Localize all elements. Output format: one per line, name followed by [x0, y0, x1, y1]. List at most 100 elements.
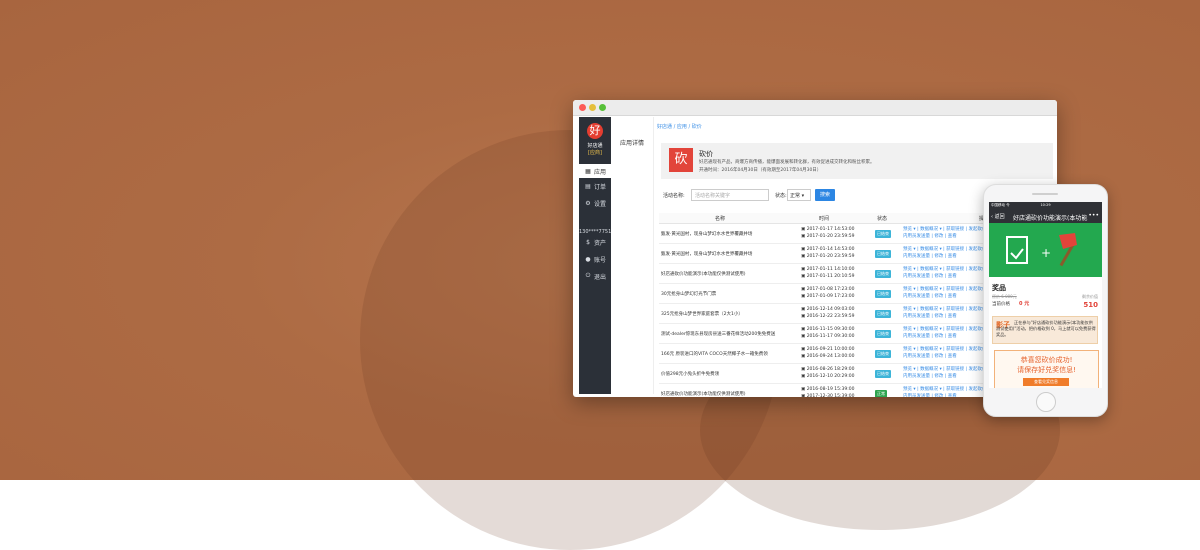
axe-icon [1059, 233, 1077, 267]
sidebar-item-orders[interactable]: ▤ 订单 [579, 179, 611, 193]
app-description: 好店通现有产品，商爆方商传播，能爆面发展和转化群，有效促进成交转化和粉丝积累。 [699, 160, 875, 165]
activity-search-input[interactable]: 活动名称关键字 [691, 189, 769, 201]
settings-icon: ⚙ [585, 199, 591, 207]
remaining-value-label: 剩余价值 [1082, 294, 1098, 299]
more-icon[interactable]: ••• [1088, 212, 1099, 219]
participation-message: 影子 正在参与"好店通砍价功能演示(本功能仅供测试使用)"活动，把价格砍到 0，… [992, 316, 1098, 344]
brand-tag: [应商] [588, 150, 602, 156]
row-actions-line[interactable]: 预览 ▾ | 数据概况 ▾ | 获取链接 | 发起砍价 [903, 247, 987, 254]
row-actions-line[interactable]: 内用员发送量 | 修改 | 查看 [903, 294, 987, 301]
plus-icon: + [1041, 246, 1051, 260]
activity-time: ▣ 2016-08-26 18:29:00 ▣ 2016-12-10 20:29:… [801, 367, 854, 380]
row-actions-line[interactable]: 内用员发送量 | 修改 | 查看 [903, 314, 987, 321]
end-time: 2016-09-24 13:00:00 [806, 353, 855, 359]
minimize-window-button[interactable] [589, 104, 596, 111]
row-actions[interactable]: 预览 ▾ | 数据概况 ▾ | 获取链接 | 发起砍价 内用员发送量 | 修改 |… [903, 387, 987, 397]
close-window-button[interactable] [579, 104, 586, 111]
status-filter-select[interactable]: 正常 ▾ [787, 189, 811, 201]
success-subtitle: 请保存好兑奖信息! [1017, 366, 1076, 374]
row-actions-line[interactable]: 预览 ▾ | 数据概况 ▾ | 获取链接 | 发起砍价 [903, 267, 987, 274]
status-badge: 已结束 [875, 250, 891, 258]
remaining-value: 510 [1083, 301, 1098, 309]
subnav-item-app-details[interactable]: 应用详情 [620, 138, 644, 147]
start-time: 2016-09-21 10:00:00 [806, 347, 855, 352]
success-panel: 恭喜您砍价成功! 请保存好兑奖信息! 查看兑奖信息 [994, 350, 1099, 388]
prize-title: 奖品 [992, 284, 1006, 292]
row-actions-line[interactable]: 内用员发送量 | 修改 | 查看 [903, 254, 987, 261]
row-actions[interactable]: 预览 ▾ | 数据概况 ▾ | 获取链接 | 发起砍价 内用员发送量 | 修改 |… [903, 247, 987, 260]
activity-name: 价值298元小兔头折牛免费领 [661, 372, 720, 377]
sidebar-item-assets[interactable]: $ 资产 [579, 235, 611, 249]
end-time: 2017-01-20 23:59:59 [806, 253, 855, 259]
row-actions-line[interactable]: 预览 ▾ | 数据概况 ▾ | 获取链接 | 发起砍价 [903, 387, 987, 394]
status-badge: 正常 [875, 390, 887, 397]
row-actions-line[interactable]: 内用员发送量 | 修改 | 查看 [903, 354, 987, 361]
status-badge: 已结束 [875, 230, 891, 238]
row-actions-line[interactable]: 预览 ▾ | 数据概况 ▾ | 获取链接 | 发起砍价 [903, 347, 987, 354]
start-time: 2016-08-26 18:29:00 [806, 367, 855, 372]
end-time: 2016-11-17 09:30:00 [806, 333, 855, 339]
phone-home-button[interactable] [1036, 392, 1056, 412]
end-time: 2017-01-20 23:59:59 [806, 233, 855, 239]
start-time: 2016-12-14 09:03:00 [806, 307, 855, 312]
start-time: 2017-01-14 14:53:00 [806, 247, 855, 252]
row-actions[interactable]: 预览 ▾ | 数据概况 ▾ | 获取链接 | 发起砍价 内用员发送量 | 修改 |… [903, 327, 987, 340]
search-button[interactable]: 搜索 [815, 189, 835, 201]
row-actions-line[interactable]: 内用员发送量 | 修改 | 查看 [903, 334, 987, 341]
success-title: 恭喜您砍价成功! [1020, 356, 1073, 364]
current-price-label: 当前价格 [992, 302, 1010, 307]
logout-icon: ⏻ [585, 272, 591, 279]
breadcrumb[interactable]: 好店通 / 应用 / 砍价 [657, 123, 702, 130]
current-price-value: 0 元 [1019, 301, 1030, 307]
row-actions-line[interactable]: 预览 ▾ | 数据概况 ▾ | 获取链接 | 发起砍价 [903, 227, 987, 234]
phone-status-bar: 中国移动 令 10:29 [989, 202, 1102, 210]
row-actions-line[interactable]: 内用员发送量 | 修改 | 查看 [903, 394, 987, 398]
back-button[interactable]: ‹ 返回 [991, 213, 1005, 220]
phone-screen: 中国移动 令 10:29 ‹ 返回 好店通砍价功能演示(本功能 ••• + 奖品 [989, 202, 1102, 388]
sidebar-item-label: 订单 [594, 183, 607, 191]
sidebar-item-settings[interactable]: ⚙ 设置 [579, 196, 611, 210]
bargain-app-icon: 砍 [669, 148, 693, 172]
brand-logo[interactable]: 好 [587, 123, 603, 139]
row-actions[interactable]: 预览 ▾ | 数据概况 ▾ | 获取链接 | 发起砍价 内用员发送量 | 修改 |… [903, 367, 987, 380]
row-actions-line[interactable]: 预览 ▾ | 数据概况 ▾ | 获取链接 | 发起砍价 [903, 327, 987, 334]
back-label: 返回 [994, 214, 1005, 220]
sidebar-item-apps[interactable]: ▦ 应用 [579, 164, 611, 178]
activity-time: ▣ 2017-01-14 14:53:00 ▣ 2017-01-20 23:59:… [801, 247, 854, 260]
row-actions[interactable]: 预览 ▾ | 数据概况 ▾ | 获取链接 | 发起砍价 内用员发送量 | 修改 |… [903, 347, 987, 360]
row-actions-line[interactable]: 内用员发送量 | 修改 | 查看 [903, 234, 987, 241]
row-actions-line[interactable]: 预览 ▾ | 数据概况 ▾ | 获取链接 | 发起砍价 [903, 287, 987, 294]
participation-text: 正在参与"好店通砍价功能演示(本功能仅供测试使用)"活动，把价格砍到 0，马上就… [996, 320, 1096, 337]
activity-name: 测试·dealer惊现东县现房县送三番花样活动200免免费送 [661, 332, 776, 337]
bargain-hero: + [989, 223, 1102, 277]
maximize-window-button[interactable] [599, 104, 606, 111]
row-actions[interactable]: 预览 ▾ | 数据概况 ▾ | 获取链接 | 发起砍价 内用员发送量 | 修改 |… [903, 227, 987, 240]
sidebar-item-logout[interactable]: ⏻ 退出 [579, 269, 611, 283]
row-actions-line[interactable]: 预览 ▾ | 数据概况 ▾ | 获取链接 | 发起砍价 [903, 367, 987, 374]
view-prize-info-button[interactable]: 查看兑奖信息 [1023, 378, 1069, 386]
column-header-status: 状态 [877, 216, 888, 222]
end-time: 2016-12-10 20:29:00 [806, 373, 855, 379]
activity-time: ▣ 2016-11-15 09:30:00 ▣ 2016-11-17 09:30:… [801, 327, 854, 340]
row-actions[interactable]: 预览 ▾ | 数据概况 ▾ | 获取链接 | 发起砍价 内用员发送量 | 修改 |… [903, 307, 987, 320]
status-filter-value: 正常 [790, 193, 801, 199]
phone-app-header: ‹ 返回 好店通砍价功能演示(本功能 ••• [989, 210, 1102, 223]
row-actions-line[interactable]: 内用员发送量 | 修改 | 查看 [903, 374, 987, 381]
status-badge: 已结束 [875, 310, 891, 318]
sidebar-item-account[interactable]: ● 账号 [579, 252, 611, 266]
row-actions[interactable]: 预览 ▾ | 数据概况 ▾ | 获取链接 | 发起砍价 内用员发送量 | 修改 |… [903, 267, 987, 280]
window-titlebar [573, 100, 1057, 116]
column-header-time: 时间 [819, 216, 830, 222]
asset-icon: $ [586, 238, 590, 246]
row-actions-line[interactable]: 内用员发送量 | 修改 | 查看 [903, 274, 987, 281]
status-badge: 已结束 [875, 350, 891, 358]
phone-speaker [1032, 193, 1058, 195]
row-actions[interactable]: 预览 ▾ | 数据概况 ▾ | 获取链接 | 发起砍价 内用员发送量 | 修改 |… [903, 287, 987, 300]
row-actions-line[interactable]: 预览 ▾ | 数据概况 ▾ | 获取链接 | 发起砍价 [903, 307, 987, 314]
app-title: 砍价 [699, 150, 713, 158]
start-time: 2016-08-19 15:39:00 [806, 387, 855, 392]
shop-icon [1006, 236, 1028, 264]
clock-label: 10:29 [1040, 203, 1051, 207]
start-time: 2016-11-15 09:30:00 [806, 327, 855, 332]
status-badge: 已结束 [875, 330, 891, 338]
